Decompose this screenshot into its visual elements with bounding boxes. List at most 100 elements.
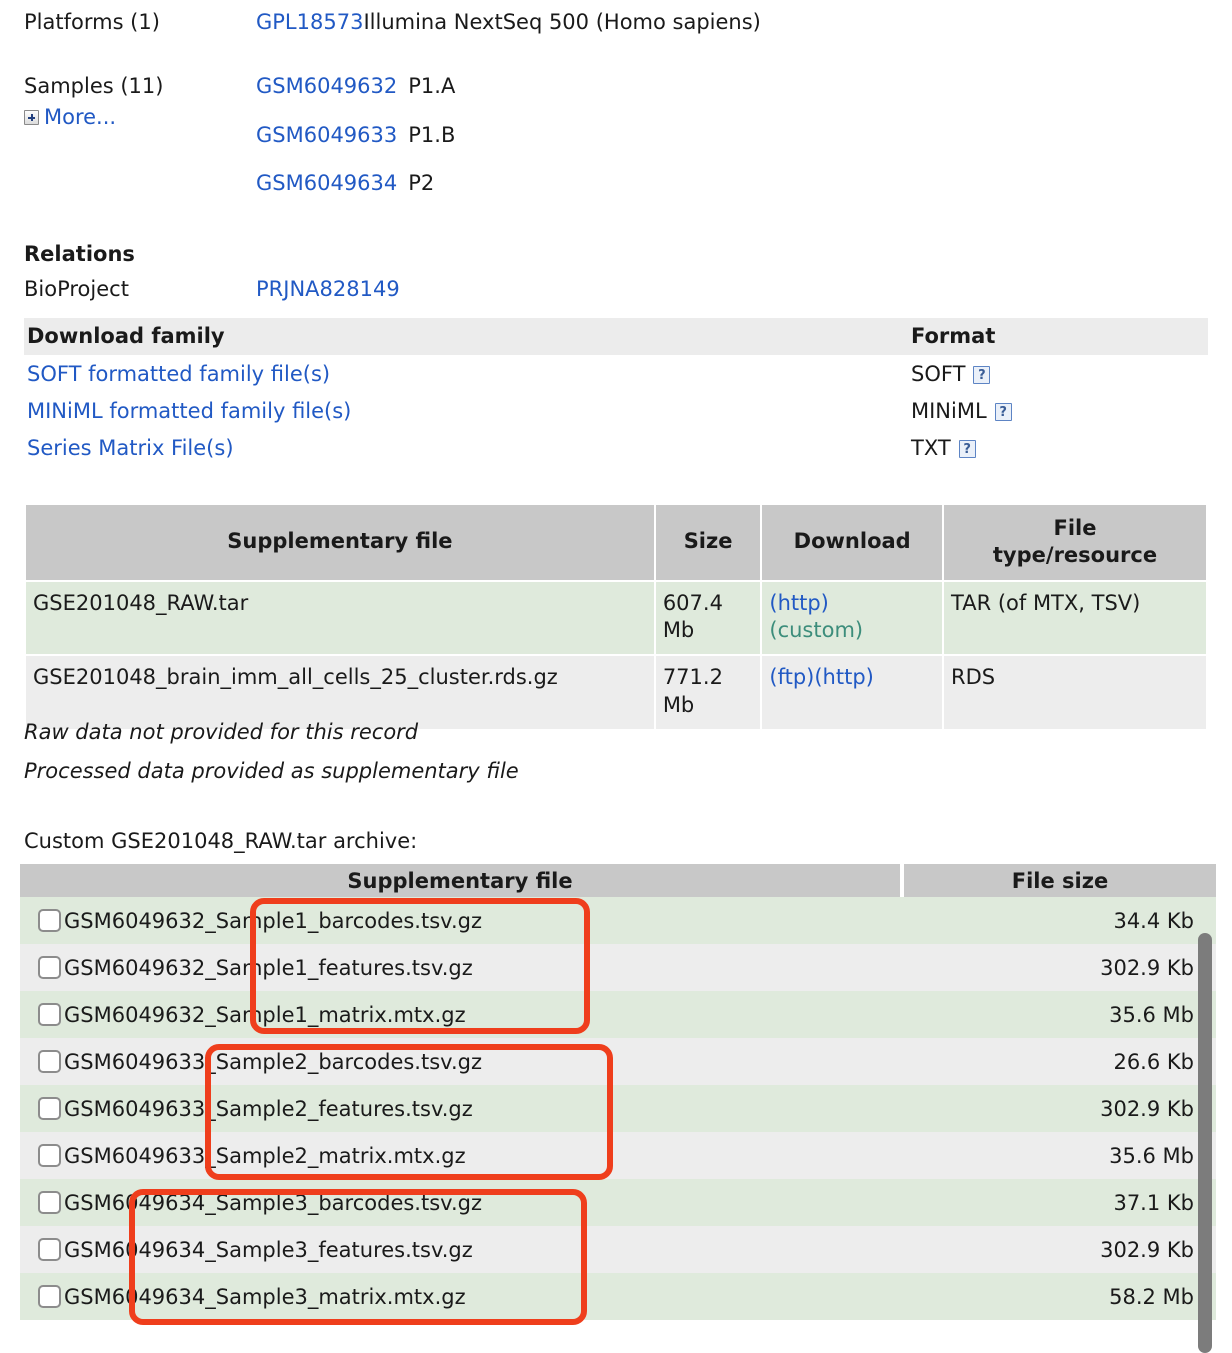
archive-file-size: 34.4 Kb	[1113, 908, 1194, 933]
archive-file-name: GSM6049634_Sample3_matrix.mtx.gz	[64, 1284, 466, 1309]
list-item[interactable]: GSM6049632_Sample1_features.tsv.gz 302.9…	[20, 944, 1216, 991]
table-row: GSE201048_RAW.tar 607.4 Mb (http) (custo…	[26, 581, 1206, 655]
custom-archive-title: Custom GSE201048_RAW.tar archive:	[24, 829, 418, 853]
custom-archive-table: Supplementary file File size GSM6049632_…	[20, 864, 1216, 1353]
miniml-family-file-link[interactable]: MINiML formatted family file(s)	[27, 399, 351, 423]
archive-file-name: GSM6049632_Sample1_matrix.mtx.gz	[64, 1002, 466, 1027]
platforms-row: Platforms (1) GPL18573Illumina NextSeq 5…	[24, 8, 1204, 38]
download-family-header-label: Download family	[27, 324, 225, 348]
list-item[interactable]: GSM6049634_Sample3_matrix.mtx.gz 58.2 Mb	[20, 1273, 1216, 1320]
custom-download-link[interactable]: (custom)	[769, 618, 863, 642]
bioproject-label: BioProject	[24, 277, 129, 302]
header-file-size: File size	[1011, 868, 1109, 893]
archive-scrollbar-thumb[interactable]	[1198, 933, 1212, 1353]
supp-file-type: TAR (of MTX, TSV)	[944, 581, 1206, 655]
download-family-row: SOFT formatted family file(s) SOFT ?	[24, 355, 1208, 392]
ftp-download-link[interactable]: (ftp)	[769, 665, 814, 689]
archive-file-size: 35.6 Mb	[1109, 1002, 1194, 1027]
sample-item: GSM6049633 P1.B	[256, 121, 455, 151]
http-download-link[interactable]: (http)	[814, 665, 874, 689]
file-select-checkbox[interactable]	[38, 1191, 61, 1214]
file-select-checkbox[interactable]	[38, 1097, 61, 1120]
header-download: Download	[762, 505, 942, 580]
list-item[interactable]: GSM6049634_Sample3_features.tsv.gz 302.9…	[20, 1226, 1216, 1273]
header-file-type-line1: File	[1053, 516, 1097, 540]
list-item[interactable]: GSM6049632_Sample1_matrix.mtx.gz 35.6 Mb	[20, 991, 1216, 1038]
supp-download-links: (ftp)(http)	[762, 656, 942, 729]
supp-file-name: GSE201048_brain_imm_all_cells_25_cluster…	[26, 656, 654, 729]
list-item[interactable]: GSM6049632_Sample1_barcodes.tsv.gz 34.4 …	[20, 897, 1216, 944]
bioproject-row: BioProject PRJNA828149	[24, 275, 1204, 305]
platform-name: Illumina NextSeq 500 (Homo sapiens)	[363, 10, 761, 34]
file-select-checkbox[interactable]	[38, 956, 61, 979]
samples-list: GSM6049632 P1.A GSM6049633 P1.B GSM6049634…	[256, 72, 455, 218]
list-item[interactable]: GSM6049634_Sample3_barcodes.tsv.gz 37.1 …	[20, 1179, 1216, 1226]
file-select-checkbox[interactable]	[38, 909, 61, 932]
archive-file-name: GSM6049634_Sample3_barcodes.tsv.gz	[64, 1190, 482, 1215]
archive-file-size: 302.9 Kb	[1100, 1096, 1194, 1121]
header-file-type-resource: File type/resource	[944, 505, 1206, 580]
archive-file-size: 302.9 Kb	[1100, 1237, 1194, 1262]
archive-file-name: GSM6049634_Sample3_features.tsv.gz	[64, 1237, 473, 1262]
samples-more[interactable]: More...	[24, 103, 256, 133]
series-metadata: Platforms (1) GPL18573Illumina NextSeq 5…	[24, 8, 1204, 305]
list-item[interactable]: GSM6049633_Sample2_matrix.mtx.gz 35.6 Mb	[20, 1132, 1216, 1179]
supp-file-name: GSE201048_RAW.tar	[26, 581, 654, 655]
archive-file-size: 26.6 Kb	[1113, 1049, 1194, 1074]
expand-plus-icon[interactable]	[24, 110, 39, 126]
archive-file-size: 37.1 Kb	[1113, 1190, 1194, 1215]
format-label: MINiML	[911, 399, 987, 423]
sample-accession-link[interactable]: GSM6049632	[256, 74, 397, 98]
sample-item: GSM6049632 P1.A	[256, 72, 455, 102]
archive-file-name: GSM6049633_Sample2_barcodes.tsv.gz	[64, 1049, 482, 1074]
sample-accession-link[interactable]: GSM6049633	[256, 123, 397, 147]
help-question-icon[interactable]: ?	[958, 440, 976, 458]
archive-file-name: GSM6049633_Sample2_features.tsv.gz	[64, 1096, 473, 1121]
samples-row: Samples (11) More... GSM6049632 P1.A GSM6…	[24, 72, 1204, 218]
raw-data-note: Raw data not provided for this record	[24, 720, 419, 744]
more-link[interactable]: More...	[44, 103, 116, 133]
archive-scrollbar[interactable]	[1198, 933, 1212, 1353]
table-row: GSE201048_brain_imm_all_cells_25_cluster…	[26, 656, 1206, 729]
header-supplementary-file: Supplementary file	[26, 505, 654, 580]
file-select-checkbox[interactable]	[38, 1144, 61, 1167]
http-download-link[interactable]: (http)	[769, 591, 829, 615]
file-select-checkbox[interactable]	[38, 1050, 61, 1073]
supp-download-links: (http) (custom)	[762, 581, 942, 655]
archive-file-size: 302.9 Kb	[1100, 955, 1194, 980]
archive-file-size: 35.6 Mb	[1109, 1143, 1194, 1168]
format-label: SOFT	[911, 362, 966, 386]
supp-file-type: RDS	[944, 656, 1206, 729]
download-family-header: Download family Format	[24, 318, 1208, 355]
header-supplementary-file: Supplementary file	[347, 868, 573, 893]
sample-accession-link[interactable]: GSM6049634	[256, 171, 397, 195]
file-select-checkbox[interactable]	[38, 1285, 61, 1308]
archive-file-size: 58.2 Mb	[1109, 1284, 1194, 1309]
format-label: TXT	[911, 436, 951, 460]
supplementary-file-table: Supplementary file Size Download File ty…	[24, 503, 1208, 731]
table-header-row: Supplementary file Size Download File ty…	[26, 505, 1206, 580]
list-item[interactable]: GSM6049633_Sample2_barcodes.tsv.gz 26.6 …	[20, 1038, 1216, 1085]
list-item[interactable]: GSM6049633_Sample2_features.tsv.gz 302.9…	[20, 1085, 1216, 1132]
file-select-checkbox[interactable]	[38, 1003, 61, 1026]
file-select-checkbox[interactable]	[38, 1238, 61, 1261]
supp-file-size: 607.4 Mb	[655, 581, 761, 655]
samples-label: Samples (11)	[24, 73, 164, 98]
download-family-row: MINiML formatted family file(s) MINiML ?	[24, 392, 1208, 429]
download-family-table: Download family Format SOFT formatted fa…	[24, 318, 1208, 466]
download-family-row: Series Matrix File(s) TXT ?	[24, 429, 1208, 466]
samples-label-group: Samples (11) More...	[24, 72, 256, 133]
sample-title: P1.B	[408, 122, 456, 147]
bioproject-link[interactable]: PRJNA828149	[256, 277, 400, 301]
supp-file-size: 771.2 Mb	[655, 656, 761, 729]
series-matrix-file-link[interactable]: Series Matrix File(s)	[27, 436, 234, 460]
sample-title: P1.A	[408, 73, 456, 98]
platform-accession-link[interactable]: GPL18573	[256, 10, 363, 34]
archive-file-name: GSM6049632_Sample1_barcodes.tsv.gz	[64, 908, 482, 933]
data-availability-notes: Raw data not provided for this record Pr…	[24, 722, 519, 800]
format-header-label: Format	[911, 324, 996, 348]
soft-family-file-link[interactable]: SOFT formatted family file(s)	[27, 362, 330, 386]
help-question-icon[interactable]: ?	[973, 366, 991, 384]
help-question-icon[interactable]: ?	[994, 403, 1012, 421]
bioproject-value: PRJNA828149	[256, 275, 400, 305]
